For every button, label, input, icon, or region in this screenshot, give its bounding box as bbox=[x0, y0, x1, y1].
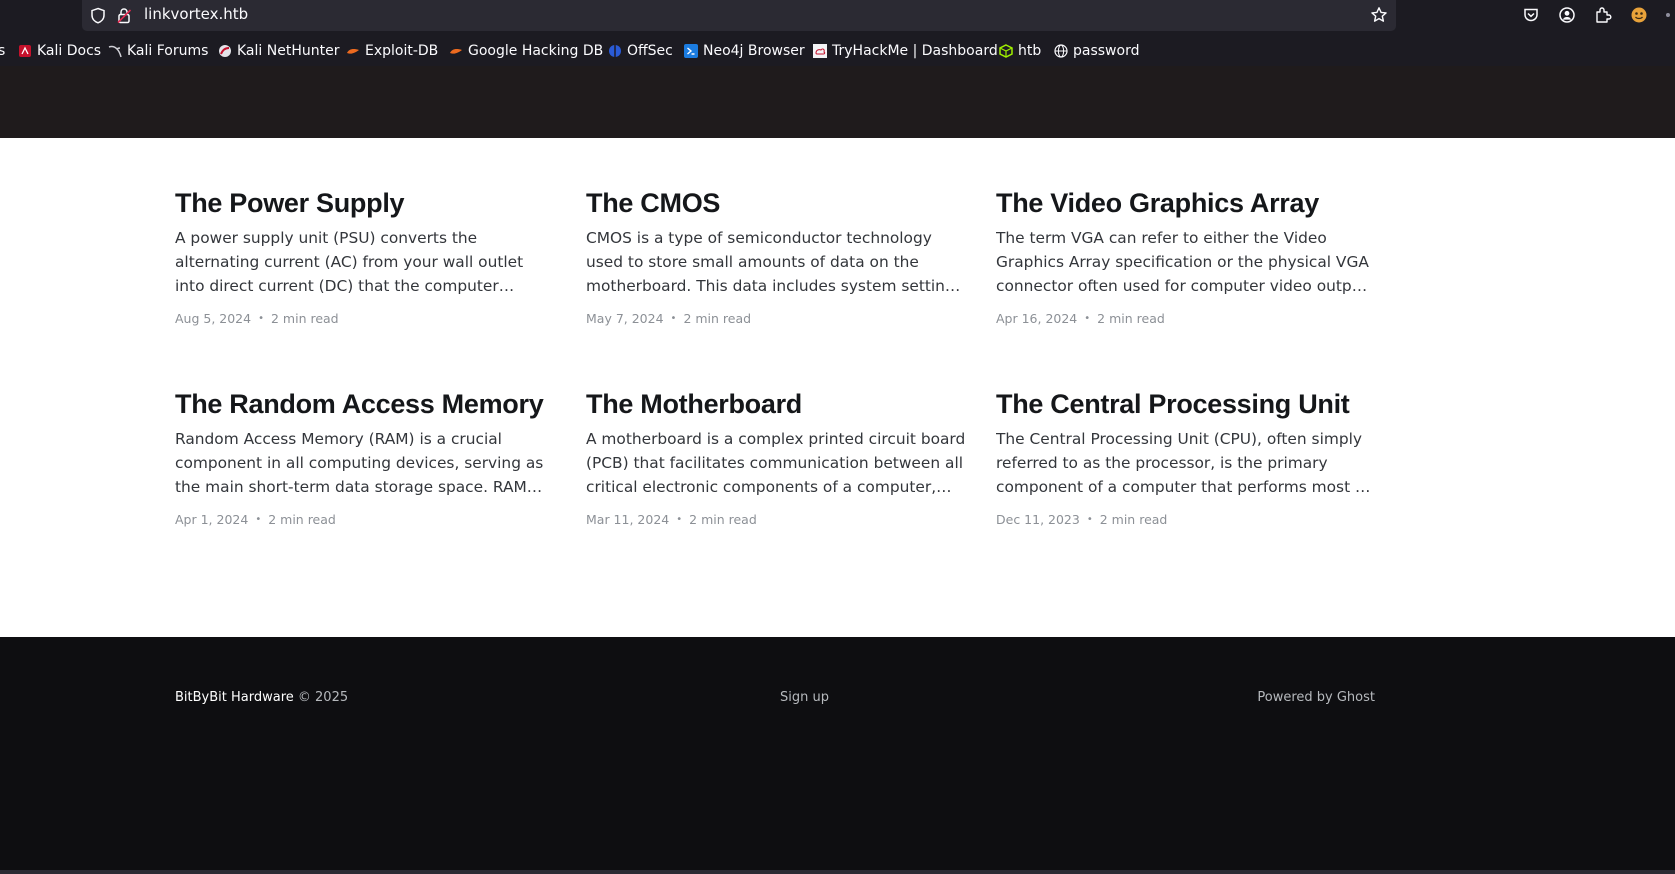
post-reading-time: 2 min read bbox=[683, 311, 752, 326]
overflow-menu-icon[interactable] bbox=[1664, 6, 1675, 24]
neo4j-icon bbox=[684, 44, 698, 58]
post-excerpt: Random Access Memory (RAM) is a crucial … bbox=[175, 430, 544, 496]
extension-avatar-icon[interactable] bbox=[1630, 6, 1648, 24]
post-date: Mar 11, 2024 bbox=[586, 512, 670, 527]
meta-separator: • bbox=[255, 514, 262, 525]
tracking-shield-icon[interactable] bbox=[90, 7, 106, 24]
browser-chrome: linkvortex.htb s Kali Docs Kali Forums K… bbox=[0, 0, 1675, 66]
bookmark-label: TryHackMe | Dashboard bbox=[832, 43, 998, 59]
bookmark-kali-nethunter[interactable]: Kali NetHunter bbox=[218, 40, 339, 62]
bookmark-truncated[interactable]: s bbox=[0, 40, 5, 62]
copyright-year: © 2025 bbox=[293, 690, 349, 705]
account-icon[interactable] bbox=[1558, 6, 1576, 24]
bookmarks-toolbar: s Kali Docs Kali Forums Kali NetHunter E… bbox=[0, 40, 1675, 62]
bookmark-kali-forums[interactable]: Kali Forums bbox=[108, 40, 208, 62]
post-excerpt: The Central Processing Unit (CPU), often… bbox=[996, 430, 1370, 496]
post-title[interactable]: The Motherboard bbox=[586, 387, 966, 421]
post-meta: Apr 16, 2024 • 2 min read bbox=[996, 311, 1376, 326]
post-title[interactable]: The CMOS bbox=[586, 186, 966, 220]
post-excerpt: A motherboard is a complex printed circu… bbox=[586, 430, 966, 496]
bookmark-label: Google Hacking DB bbox=[468, 43, 604, 59]
post-date: Apr 16, 2024 bbox=[996, 311, 1078, 326]
post-meta: May 7, 2024 • 2 min read bbox=[586, 311, 966, 326]
post-card[interactable]: The Motherboard A motherboard is a compl… bbox=[586, 387, 966, 527]
powered-by-ghost-link[interactable]: Powered by Ghost bbox=[1257, 690, 1375, 705]
bookmark-label: Kali Forums bbox=[127, 43, 209, 59]
bookmark-tryhackme[interactable]: TryHackMe | Dashboard bbox=[813, 40, 998, 62]
signup-link[interactable]: Sign up bbox=[780, 690, 829, 705]
bookmark-label: OffSec bbox=[627, 43, 673, 59]
bookmark-htb[interactable]: htb bbox=[999, 40, 1041, 62]
meta-separator: • bbox=[670, 313, 677, 324]
meta-separator: • bbox=[676, 514, 683, 525]
post-date: Dec 11, 2023 bbox=[996, 512, 1080, 527]
footer-brand-link[interactable]: BitByBit Hardware bbox=[175, 690, 294, 705]
kali-docs-icon bbox=[19, 45, 31, 57]
kali-dragon-icon bbox=[108, 45, 122, 58]
post-reading-time: 2 min read bbox=[689, 512, 757, 527]
footer-copyright: BitByBit Hardware © 2025 bbox=[175, 690, 348, 705]
footer-inner: BitByBit Hardware © 2025 Sign up Powered… bbox=[175, 690, 1375, 710]
bookmark-neo4j[interactable]: Neo4j Browser bbox=[684, 40, 805, 62]
post-reading-time: 2 min read bbox=[268, 512, 336, 527]
post-date: May 7, 2024 bbox=[586, 311, 664, 326]
post-date: Apr 1, 2024 bbox=[175, 512, 249, 527]
bookmark-label: Exploit-DB bbox=[365, 43, 439, 59]
bookmark-exploit-db[interactable]: Exploit-DB bbox=[346, 40, 438, 62]
bookmark-label: Neo4j Browser bbox=[703, 43, 805, 59]
post-meta: Apr 1, 2024 • 2 min read bbox=[175, 512, 555, 527]
bottom-strip bbox=[0, 870, 1675, 874]
pocket-icon[interactable] bbox=[1522, 6, 1540, 24]
post-excerpt: CMOS is a type of semiconductor technolo… bbox=[586, 229, 963, 295]
site-header bbox=[0, 66, 1675, 138]
bookmark-label: s bbox=[0, 43, 6, 59]
post-card[interactable]: The CMOS CMOS is a type of semiconductor… bbox=[586, 186, 966, 326]
bookmark-label: password bbox=[1073, 43, 1140, 59]
bookmark-label: Kali NetHunter bbox=[237, 43, 340, 59]
post-reading-time: 2 min read bbox=[1099, 512, 1168, 527]
bookmark-star-icon[interactable] bbox=[1370, 6, 1388, 24]
meta-separator: • bbox=[1086, 514, 1093, 525]
post-title[interactable]: The Central Processing Unit bbox=[996, 387, 1376, 421]
meta-separator: • bbox=[1084, 313, 1091, 324]
post-reading-time: 2 min read bbox=[271, 311, 339, 326]
tryhackme-icon bbox=[813, 44, 827, 58]
bookmark-offsec[interactable]: OffSec bbox=[608, 40, 673, 62]
post-meta: Mar 11, 2024 • 2 min read bbox=[586, 512, 966, 527]
offsec-icon bbox=[609, 45, 621, 57]
bookmark-password[interactable]: password bbox=[1054, 40, 1139, 62]
post-reading-time: 2 min read bbox=[1097, 311, 1165, 326]
post-excerpt: The term VGA can refer to either the Vid… bbox=[996, 229, 1373, 295]
url-text[interactable]: linkvortex.htb bbox=[144, 5, 248, 23]
post-card[interactable]: The Video Graphics Array The term VGA ca… bbox=[996, 186, 1376, 326]
bookmark-label: htb bbox=[1018, 43, 1042, 59]
extensions-icon[interactable] bbox=[1594, 6, 1612, 24]
globe-icon bbox=[1054, 44, 1068, 58]
exploitdb-icon bbox=[347, 49, 359, 54]
site-footer: BitByBit Hardware © 2025 Sign up Powered… bbox=[0, 637, 1675, 874]
url-bar[interactable]: linkvortex.htb bbox=[82, 0, 1396, 31]
post-title[interactable]: The Video Graphics Array bbox=[996, 186, 1376, 220]
post-card[interactable]: The Random Access Memory Random Access M… bbox=[175, 387, 555, 527]
post-date: Aug 5, 2024 bbox=[175, 311, 252, 326]
ghdb-icon bbox=[450, 49, 462, 54]
nethunter-icon bbox=[219, 45, 231, 57]
htb-cube-icon bbox=[999, 44, 1013, 58]
post-title[interactable]: The Random Access Memory bbox=[175, 387, 555, 421]
post-card[interactable]: The Power Supply A power supply unit (PS… bbox=[175, 186, 555, 326]
bookmark-ghdb[interactable]: Google Hacking DB bbox=[449, 40, 603, 62]
post-meta: Aug 5, 2024 • 2 min read bbox=[175, 311, 555, 326]
insecure-lock-icon[interactable] bbox=[116, 7, 132, 24]
post-title[interactable]: The Power Supply bbox=[175, 186, 555, 220]
post-excerpt: A power supply unit (PSU) converts the a… bbox=[175, 229, 524, 295]
post-meta: Dec 11, 2023 • 2 min read bbox=[996, 512, 1376, 527]
bookmark-label: Kali Docs bbox=[37, 43, 102, 59]
meta-separator: • bbox=[258, 313, 264, 324]
post-card[interactable]: The Central Processing Unit The Central … bbox=[996, 387, 1376, 527]
bookmark-kali-docs[interactable]: Kali Docs bbox=[18, 40, 101, 62]
